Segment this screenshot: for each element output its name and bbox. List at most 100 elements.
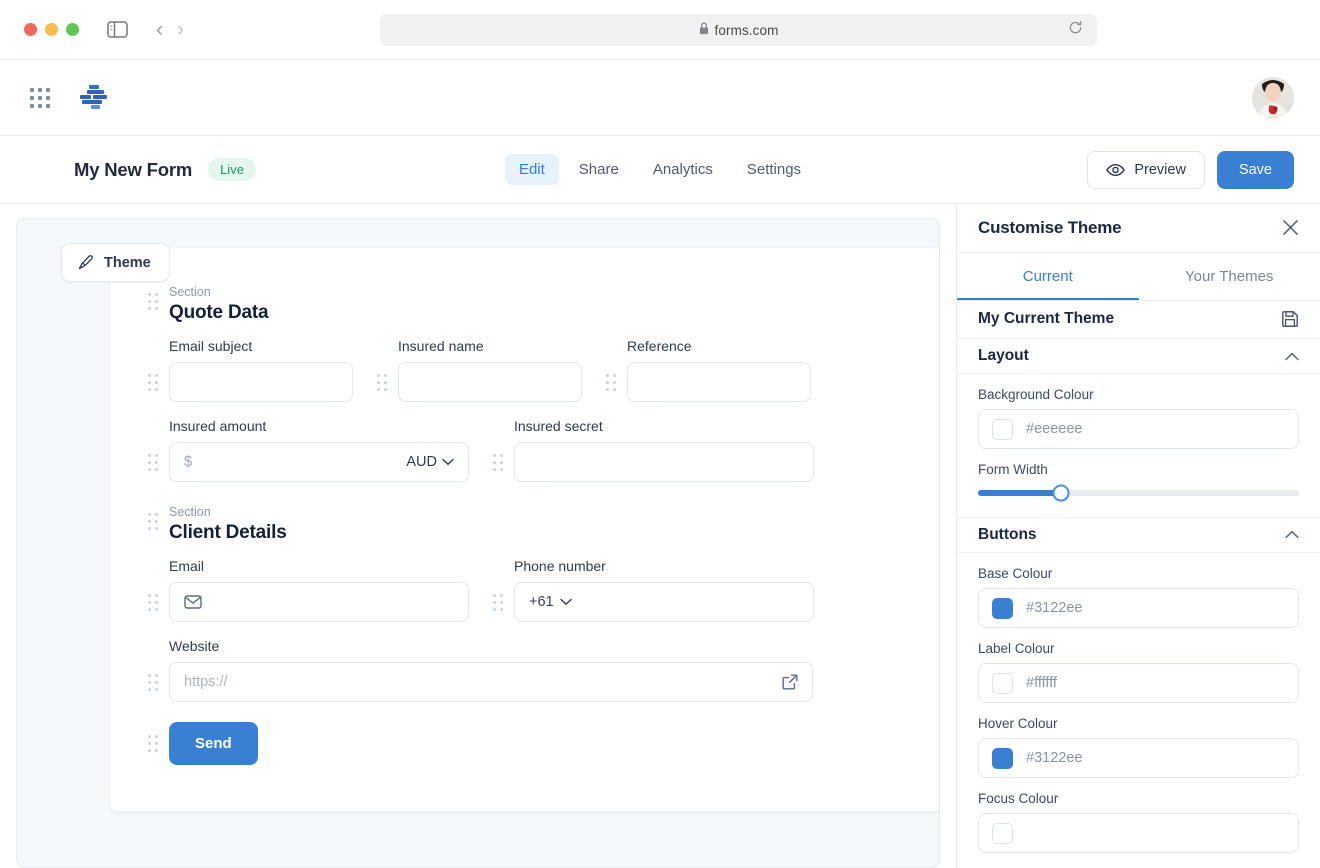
- preview-button[interactable]: Preview: [1087, 150, 1205, 189]
- colour-swatch[interactable]: [992, 418, 1013, 440]
- tab-edit[interactable]: Edit: [504, 154, 559, 185]
- tab-current[interactable]: Current: [957, 253, 1139, 300]
- minimize-window-button[interactable]: [45, 23, 58, 36]
- chevron-up-icon[interactable]: [1285, 352, 1299, 361]
- builder-canvas-wrapper: Theme Section Quote Data Email subject I…: [0, 204, 956, 868]
- drag-handle[interactable]: [493, 593, 507, 611]
- colour-hex-value: #ffffff: [1026, 675, 1057, 692]
- drag-handle[interactable]: [148, 284, 162, 310]
- tab-analytics[interactable]: Analytics: [639, 154, 727, 185]
- drag-handle[interactable]: [377, 373, 391, 391]
- form-tabs: Edit Share Analytics Settings: [504, 154, 815, 185]
- control-form-width: Form Width: [978, 462, 1299, 502]
- drag-handle[interactable]: [493, 453, 507, 471]
- form-width-slider[interactable]: [978, 484, 1299, 502]
- colour-swatch[interactable]: [992, 747, 1013, 769]
- tab-settings[interactable]: Settings: [733, 154, 815, 185]
- close-window-button[interactable]: [24, 23, 37, 36]
- url-text: forms.com: [714, 22, 779, 38]
- slider-thumb[interactable]: [1052, 484, 1070, 502]
- reference-input[interactable]: [627, 361, 811, 402]
- colour-hex-value: #eeeeee: [1026, 421, 1083, 438]
- tab-share[interactable]: Share: [565, 154, 633, 185]
- currency-select[interactable]: AUD: [406, 454, 454, 470]
- address-bar[interactable]: forms.com: [380, 14, 1097, 46]
- field-row: Insured amount $ AUD Insured secret: [148, 418, 939, 482]
- field-row: Website https://: [148, 638, 939, 702]
- accordion-layout-body: Background Colour #eeeeee Form Width: [957, 374, 1320, 517]
- chevron-up-icon[interactable]: [1285, 530, 1299, 539]
- colour-swatch[interactable]: [992, 822, 1013, 844]
- app-bar-left: [30, 83, 112, 113]
- colour-swatch[interactable]: [992, 597, 1013, 619]
- insured-name-input[interactable]: [398, 361, 582, 402]
- sidebar-toggle-icon[interactable]: [107, 21, 128, 38]
- brush-icon: [77, 254, 94, 271]
- accordion-buttons-body: Base Colour #3122ee Label Colour #ffffff…: [957, 553, 1320, 868]
- field-label: Reference: [627, 337, 692, 354]
- hover-colour-input[interactable]: #3122ee: [978, 738, 1299, 779]
- eye-icon: [1106, 163, 1126, 177]
- control-base-colour: Base Colour #3122ee: [978, 566, 1299, 629]
- external-link-icon[interactable]: [782, 674, 798, 690]
- drag-handle[interactable]: [148, 504, 162, 530]
- save-button[interactable]: Save: [1216, 150, 1294, 189]
- page-title: My New Form: [74, 158, 193, 180]
- field-label: Email subject: [169, 337, 253, 354]
- field-insured-amount: Insured amount $ AUD: [148, 418, 469, 482]
- field-label: Insured secret: [514, 417, 603, 434]
- theme-button[interactable]: Theme: [61, 243, 170, 282]
- colour-swatch[interactable]: [992, 672, 1013, 694]
- currency-select-value: AUD: [406, 453, 437, 470]
- email-subject-input[interactable]: [169, 361, 353, 402]
- window-traffic-lights[interactable]: [24, 23, 79, 36]
- field-label: Phone number: [514, 557, 606, 574]
- forward-icon[interactable]: ›: [177, 19, 184, 40]
- base-colour-input[interactable]: #3122ee: [978, 588, 1299, 629]
- control-focus-colour: Focus Colour: [978, 791, 1299, 854]
- current-theme-row: My Current Theme: [957, 301, 1320, 339]
- panel-header: Customise Theme: [957, 204, 1320, 253]
- drag-handle[interactable]: [148, 373, 162, 391]
- back-icon[interactable]: ‹: [156, 19, 163, 40]
- browser-nav-arrows[interactable]: ‹ ›: [156, 19, 184, 40]
- brand-logo-icon[interactable]: [76, 83, 112, 113]
- chevron-down-icon[interactable]: [559, 594, 572, 610]
- app-grid-icon[interactable]: [30, 87, 50, 108]
- drag-handle[interactable]: [148, 593, 162, 611]
- field-label: Website: [169, 637, 220, 654]
- control-hover-colour: Hover Colour #3122ee: [978, 716, 1299, 779]
- field-row: Email subject Insured name Reference: [148, 338, 939, 402]
- drag-handle[interactable]: [148, 453, 162, 471]
- control-label: Base Colour: [978, 566, 1053, 582]
- country-code-value: +61: [529, 593, 554, 610]
- field-label: Email: [169, 557, 205, 574]
- drag-handle[interactable]: [606, 373, 620, 391]
- send-button[interactable]: Send: [169, 721, 258, 765]
- form-preview-card: Section Quote Data Email subject Insured…: [110, 248, 939, 811]
- drag-handle[interactable]: [148, 734, 162, 752]
- user-avatar[interactable]: [1252, 76, 1294, 119]
- theme-button-label: Theme: [104, 254, 151, 271]
- close-icon[interactable]: [1282, 219, 1299, 236]
- background-colour-input[interactable]: #eeeeee: [978, 409, 1299, 450]
- drag-handle[interactable]: [148, 673, 162, 691]
- insured-secret-input[interactable]: [514, 441, 814, 482]
- reload-icon[interactable]: [1068, 20, 1083, 40]
- field-label: Insured amount: [169, 417, 267, 434]
- browser-chrome: ‹ › forms.com: [0, 0, 1320, 60]
- accordion-buttons[interactable]: Buttons: [957, 518, 1320, 554]
- accordion-title: Buttons: [978, 525, 1037, 543]
- website-input[interactable]: https://: [169, 661, 813, 702]
- email-input[interactable]: [169, 581, 469, 622]
- maximize-window-button[interactable]: [66, 23, 79, 36]
- field-website: Website https://: [148, 638, 813, 702]
- accordion-layout[interactable]: Layout: [957, 339, 1320, 375]
- insured-amount-input[interactable]: $ AUD: [169, 441, 469, 482]
- lock-icon: [699, 22, 709, 38]
- label-colour-input[interactable]: #ffffff: [978, 663, 1299, 704]
- tab-your-themes[interactable]: Your Themes: [1139, 253, 1320, 300]
- save-disk-icon[interactable]: [1281, 310, 1299, 328]
- focus-colour-input[interactable]: [978, 813, 1299, 854]
- phone-number-input[interactable]: +61: [514, 581, 814, 622]
